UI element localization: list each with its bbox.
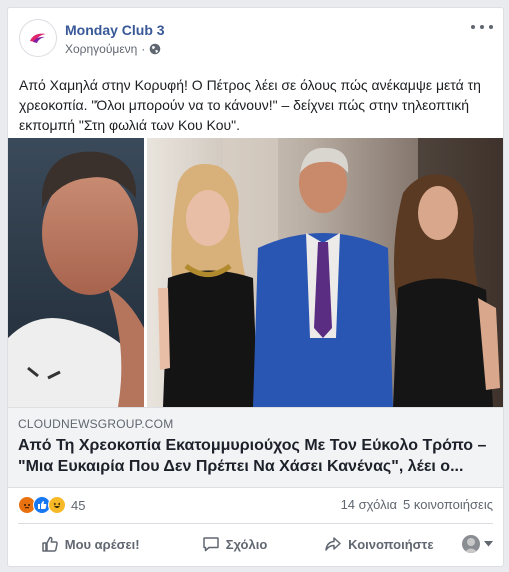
shares-count-link[interactable]: 5 κοινοποιήσεις	[403, 497, 493, 512]
post-text: Από Χαμηλά στην Κορυφή! Ο Πέτρος λέει σε…	[19, 77, 481, 133]
reaction-count: 45	[71, 497, 86, 513]
profile-avatar	[461, 535, 480, 553]
share-button[interactable]: Κοινοποιήστε	[307, 528, 451, 560]
link-title[interactable]: Από Τη Χρεοκοπία Εκατομμυριούχος Με Τον …	[18, 435, 488, 477]
like-label: Μου αρέσει!	[64, 536, 140, 552]
post-actions-bar: Μου αρέσει! Σχόλιο Κοινοποιήστε	[18, 525, 493, 563]
more-options-icon[interactable]	[471, 18, 493, 36]
page-avatar[interactable]	[19, 19, 57, 57]
post-header: Monday Club 3 Χορηγούμενη ·	[8, 8, 503, 66]
chevron-down-icon	[483, 541, 493, 547]
haha-icon	[48, 496, 66, 514]
like-button[interactable]: Μου αρέσει!	[18, 528, 162, 560]
thumbs-up-icon	[41, 536, 58, 552]
engagement-stats: 14 σχόλια 5 κοινοποιήσεις	[341, 497, 493, 512]
actions-divider	[18, 523, 493, 524]
share-label: Κοινοποιήστε	[348, 536, 434, 552]
comment-button[interactable]: Σχόλιο	[162, 528, 306, 560]
link-domain: CLOUDNEWSGROUP.COM	[18, 417, 174, 431]
comments-count-link[interactable]: 14 σχόλια	[341, 497, 397, 512]
post-image[interactable]	[8, 138, 503, 407]
post-meta: Χορηγούμενη ·	[65, 42, 161, 56]
sponsored-post-card: Monday Club 3 Χορηγούμενη · Από Χαμηλά σ…	[7, 7, 504, 567]
comment-icon	[202, 537, 219, 552]
share-icon	[325, 537, 341, 551]
reactions-summary[interactable]: 45	[18, 496, 85, 514]
comment-label: Σχόλιο	[225, 536, 268, 552]
meta-separator: ·	[141, 42, 146, 56]
audience-selector[interactable]	[451, 535, 493, 553]
sponsored-label[interactable]: Χορηγούμενη	[65, 42, 137, 56]
page-name-link[interactable]: Monday Club 3	[65, 22, 165, 38]
monday-club-logo-icon	[30, 33, 46, 43]
link-preview[interactable]: CLOUDNEWSGROUP.COM Από Τη Χρεοκοπία Εκατ…	[8, 407, 503, 488]
globe-icon[interactable]	[149, 43, 161, 55]
